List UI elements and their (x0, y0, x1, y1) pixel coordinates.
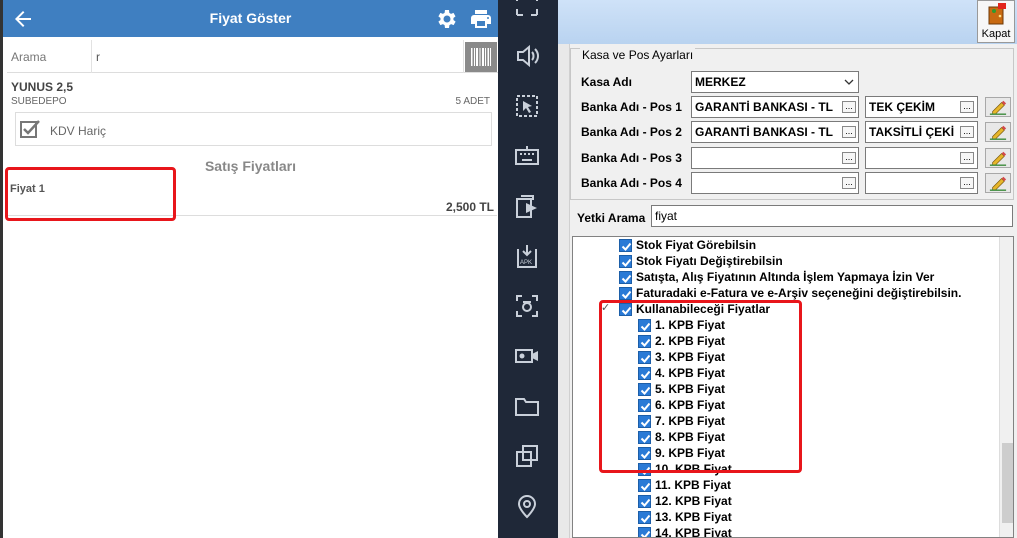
tree-item-label: 14. KPB Fiyat (655, 526, 732, 538)
pos1-type-value: TEK ÇEKİM (869, 100, 935, 114)
multi-window-icon[interactable] (514, 443, 540, 469)
pos2-bank-value: GARANTİ BANKASI - TL (695, 125, 833, 139)
search-label: Arama (11, 50, 47, 64)
product-name: YUNUS 2,5 (11, 80, 74, 94)
checkbox-checked-icon[interactable] (638, 511, 651, 524)
permission-search-input[interactable]: fiyat (651, 205, 1013, 227)
printer-icon[interactable] (469, 7, 493, 31)
tree-item[interactable]: Satışta, Alış Fiyatının Altında İşlem Ya… (573, 270, 993, 286)
tree-item[interactable]: Stok Fiyatı Değiştirebilsin (573, 254, 993, 270)
pos4-type-ellipsis-button[interactable]: ... (960, 177, 974, 189)
close-button[interactable]: Kapat (977, 0, 1015, 43)
tree-item[interactable]: Stok Fiyat Görebilsin (573, 238, 993, 254)
vertical-scrollbar[interactable] (999, 237, 1013, 537)
folder-icon[interactable] (514, 393, 540, 419)
app-bar: Fiyat Göster (3, 0, 498, 37)
chevron-down-icon (844, 79, 854, 85)
pos1-type-ellipsis-button[interactable]: ... (960, 101, 974, 113)
toolbar-band (558, 0, 1017, 44)
pos1-bank-field[interactable]: GARANTİ BANKASI - TL (691, 96, 859, 118)
checkbox-checked-icon[interactable] (20, 119, 42, 139)
barcode-icon[interactable] (465, 42, 497, 72)
tree-item-label: Faturadaki e-Fatura ve e-Arşiv seçeneğin… (636, 286, 962, 300)
pos4-bank-ellipsis-button[interactable]: ... (842, 177, 856, 189)
pos2-bank-ellipsis-button[interactable]: ... (842, 126, 856, 138)
depot-name: SUBEDEPO (11, 96, 67, 107)
page-title: Fiyat Göster (209, 10, 292, 26)
pos1-label: Banka Adı - Pos 1 (581, 100, 682, 114)
tree-item[interactable]: 13. KPB Fiyat (573, 510, 993, 526)
kasa-select[interactable]: MERKEZ (691, 71, 859, 93)
pos2-type-ellipsis-button[interactable]: ... (960, 126, 974, 138)
pos2-type-value: TAKSİTLİ ÇEKİ (869, 125, 955, 139)
tree-item-label: 11. KPB Fiyat (655, 478, 732, 492)
search-row: Arama r (7, 40, 498, 73)
exit-door-icon (988, 3, 1006, 25)
screen-share-icon[interactable] (514, 193, 540, 219)
tree-item[interactable]: 12. KPB Fiyat (573, 494, 993, 510)
edit-pen-icon[interactable] (985, 122, 1011, 142)
pos3-label: Banka Adı - Pos 3 (581, 151, 682, 165)
checkbox-checked-icon[interactable] (619, 239, 632, 252)
highlight-box-price-list (599, 300, 802, 473)
tree-item-label: Stok Fiyatı Değiştirebilsin (636, 254, 783, 268)
apk-install-icon[interactable]: APK (514, 243, 540, 269)
close-label: Kapat (981, 28, 1011, 40)
screenshot-icon[interactable] (514, 293, 540, 319)
fullscreen-icon[interactable] (514, 0, 540, 18)
screen-record-icon[interactable] (514, 343, 540, 369)
pos4-label: Banka Adı - Pos 4 (581, 176, 682, 190)
group-title: Kasa ve Pos Ayarları (580, 48, 696, 62)
checkbox-checked-icon[interactable] (619, 255, 632, 268)
keyboard-icon[interactable] (514, 143, 540, 169)
checkbox-checked-icon[interactable] (638, 479, 651, 492)
gear-icon[interactable] (435, 7, 459, 31)
left-strip (558, 44, 570, 538)
pos3-bank-field[interactable] (691, 147, 859, 169)
mobile-app: Fiyat Göster Arama r YUNUS 2,5 SUBEDEPO … (0, 0, 498, 538)
pos2-bank-field[interactable]: GARANTİ BANKASI - TL (691, 121, 859, 143)
edit-pen-icon[interactable] (985, 97, 1011, 117)
price-value: 2,500 TL (445, 200, 494, 214)
pos3-bank-ellipsis-button[interactable]: ... (842, 152, 856, 164)
pos3-type-ellipsis-button[interactable]: ... (960, 152, 974, 164)
pos1-bank-ellipsis-button[interactable]: ... (842, 101, 856, 113)
pos4-bank-field[interactable] (691, 172, 859, 194)
location-icon[interactable] (514, 493, 540, 519)
checkbox-checked-icon[interactable] (619, 287, 632, 300)
pos1-bank-value: GARANTİ BANKASI - TL (695, 100, 833, 114)
scrollbar-thumb[interactable] (1002, 443, 1013, 523)
tree-item-label: Stok Fiyat Görebilsin (636, 238, 757, 252)
tree-item-label: 13. KPB Fiyat (655, 510, 732, 524)
highlight-box-price (5, 167, 176, 221)
edit-pen-icon[interactable] (985, 173, 1011, 193)
kdv-checkbox-row[interactable]: KDV Hariç (15, 112, 492, 146)
svg-text:APK: APK (520, 260, 532, 266)
edit-pen-icon[interactable] (985, 148, 1011, 168)
checkbox-checked-icon[interactable] (619, 271, 632, 284)
tree-item[interactable]: 11. KPB Fiyat (573, 478, 993, 494)
tool-sidebar: APK (498, 0, 558, 538)
pointer-icon[interactable] (514, 93, 540, 119)
kdv-label: KDV Hariç (50, 124, 107, 138)
kasa-label: Kasa Adı (581, 75, 632, 89)
volume-icon[interactable] (514, 43, 540, 69)
tree-item[interactable]: 14. KPB Fiyat (573, 526, 993, 538)
checkbox-checked-icon[interactable] (638, 527, 651, 537)
checkbox-checked-icon[interactable] (638, 495, 651, 508)
pos2-label: Banka Adı - Pos 2 (581, 125, 682, 139)
kasa-value: MERKEZ (695, 75, 746, 89)
search-input[interactable]: r (91, 40, 464, 73)
tree-item-label: Satışta, Alış Fiyatının Altında İşlem Ya… (636, 270, 935, 284)
tree-item-label: 12. KPB Fiyat (655, 494, 732, 508)
permission-search-label: Yetki Arama (577, 211, 646, 225)
stock-quantity: 5 ADET (455, 96, 490, 107)
